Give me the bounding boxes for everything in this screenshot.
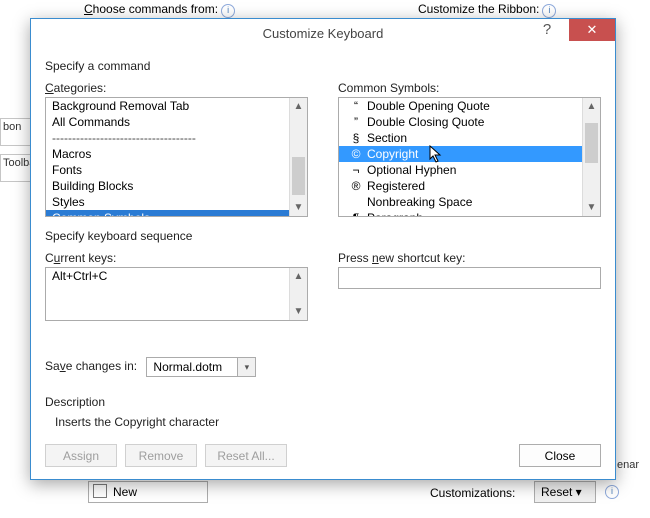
- press-new-label: Press new shortcut key:: [338, 251, 601, 265]
- customizations-label: Customizations:: [430, 486, 515, 500]
- categories-listbox[interactable]: Background Removal TabAll Commands------…: [45, 97, 308, 217]
- symbol-item[interactable]: ¬Optional Hyphen: [339, 162, 600, 178]
- info-icon: i: [221, 4, 235, 18]
- category-item[interactable]: Background Removal Tab: [46, 98, 307, 114]
- current-key-item[interactable]: Alt+Ctrl+C: [46, 268, 307, 284]
- scroll-down-icon[interactable]: ▼: [583, 199, 600, 216]
- info-icon: i: [605, 485, 619, 499]
- categories-label: Categories:: [45, 81, 308, 95]
- scrollbar[interactable]: ▲ ▼: [289, 98, 307, 216]
- current-keys-listbox[interactable]: Alt+Ctrl+C ▲ ▼: [45, 267, 308, 321]
- specify-sequence-label: Specify keyboard sequence: [45, 229, 601, 243]
- scroll-up-icon[interactable]: ▲: [290, 268, 307, 285]
- category-item[interactable]: ------------------------------------: [46, 130, 307, 146]
- checkbox-icon[interactable]: [93, 484, 107, 498]
- scroll-thumb[interactable]: [292, 157, 305, 195]
- assign-button: Assign: [45, 444, 117, 467]
- symbol-item[interactable]: ©Copyright: [339, 146, 600, 162]
- chevron-down-icon[interactable]: ▾: [237, 358, 255, 376]
- category-item[interactable]: Macros: [46, 146, 307, 162]
- close-icon: ✕: [587, 22, 598, 37]
- symbol-item[interactable]: ”Double Closing Quote: [339, 114, 600, 130]
- scroll-thumb[interactable]: [585, 123, 598, 163]
- scrollbar[interactable]: ▲ ▼: [289, 268, 307, 320]
- help-button[interactable]: ?: [525, 19, 569, 41]
- category-item[interactable]: All Commands: [46, 114, 307, 130]
- scroll-down-icon[interactable]: ▼: [290, 199, 307, 216]
- reset-all-button[interactable]: Reset All...: [205, 444, 287, 467]
- new-checkbox-row[interactable]: New: [88, 481, 208, 503]
- save-changes-label: Save changes in:: [45, 359, 137, 373]
- category-item[interactable]: Building Blocks: [46, 178, 307, 194]
- scroll-down-icon[interactable]: ▼: [290, 303, 307, 320]
- close-button[interactable]: Close: [519, 444, 601, 467]
- choose-commands-label: Choose commands from:i: [84, 2, 235, 18]
- customize-ribbon-label: Customize the Ribbon:i: [418, 2, 556, 18]
- symbols-label: Common Symbols:: [338, 81, 601, 95]
- symbols-listbox[interactable]: “Double Opening Quote”Double Closing Quo…: [338, 97, 601, 217]
- ribbon-tab-frag[interactable]: bon: [0, 118, 34, 146]
- titlebar: Customize Keyboard ? ✕: [31, 19, 615, 49]
- current-keys-label: Current keys:: [45, 251, 308, 265]
- new-shortcut-input[interactable]: [338, 267, 601, 289]
- remove-button: Remove: [125, 444, 197, 467]
- symbol-item[interactable]: ®Registered: [339, 178, 600, 194]
- toolbar-tab-frag[interactable]: Toolba: [0, 154, 34, 182]
- category-item[interactable]: Fonts: [46, 162, 307, 178]
- symbol-item[interactable]: §Section: [339, 130, 600, 146]
- category-item[interactable]: Common Symbols: [46, 210, 307, 217]
- save-changes-combo[interactable]: Normal.dotm ▾: [146, 357, 256, 377]
- scroll-up-icon[interactable]: ▲: [290, 98, 307, 115]
- info-icon: i: [542, 4, 556, 18]
- symbol-item[interactable]: Nonbreaking Space: [339, 194, 600, 210]
- description-label: Description: [45, 395, 601, 409]
- symbol-item[interactable]: “Double Opening Quote: [339, 98, 600, 114]
- customize-keyboard-dialog: Customize Keyboard ? ✕ Specify a command…: [30, 18, 616, 480]
- scroll-up-icon[interactable]: ▲: [583, 98, 600, 115]
- close-button[interactable]: ✕: [569, 19, 615, 41]
- scrollbar[interactable]: ▲ ▼: [582, 98, 600, 216]
- rename-frag: enar: [617, 459, 639, 471]
- description-text: Inserts the Copyright character: [55, 415, 601, 429]
- reset-button[interactable]: Reset ▾: [534, 481, 596, 503]
- category-item[interactable]: Styles: [46, 194, 307, 210]
- symbol-item[interactable]: ¶Paragraph: [339, 210, 600, 217]
- specify-command-label: Specify a command: [45, 59, 601, 73]
